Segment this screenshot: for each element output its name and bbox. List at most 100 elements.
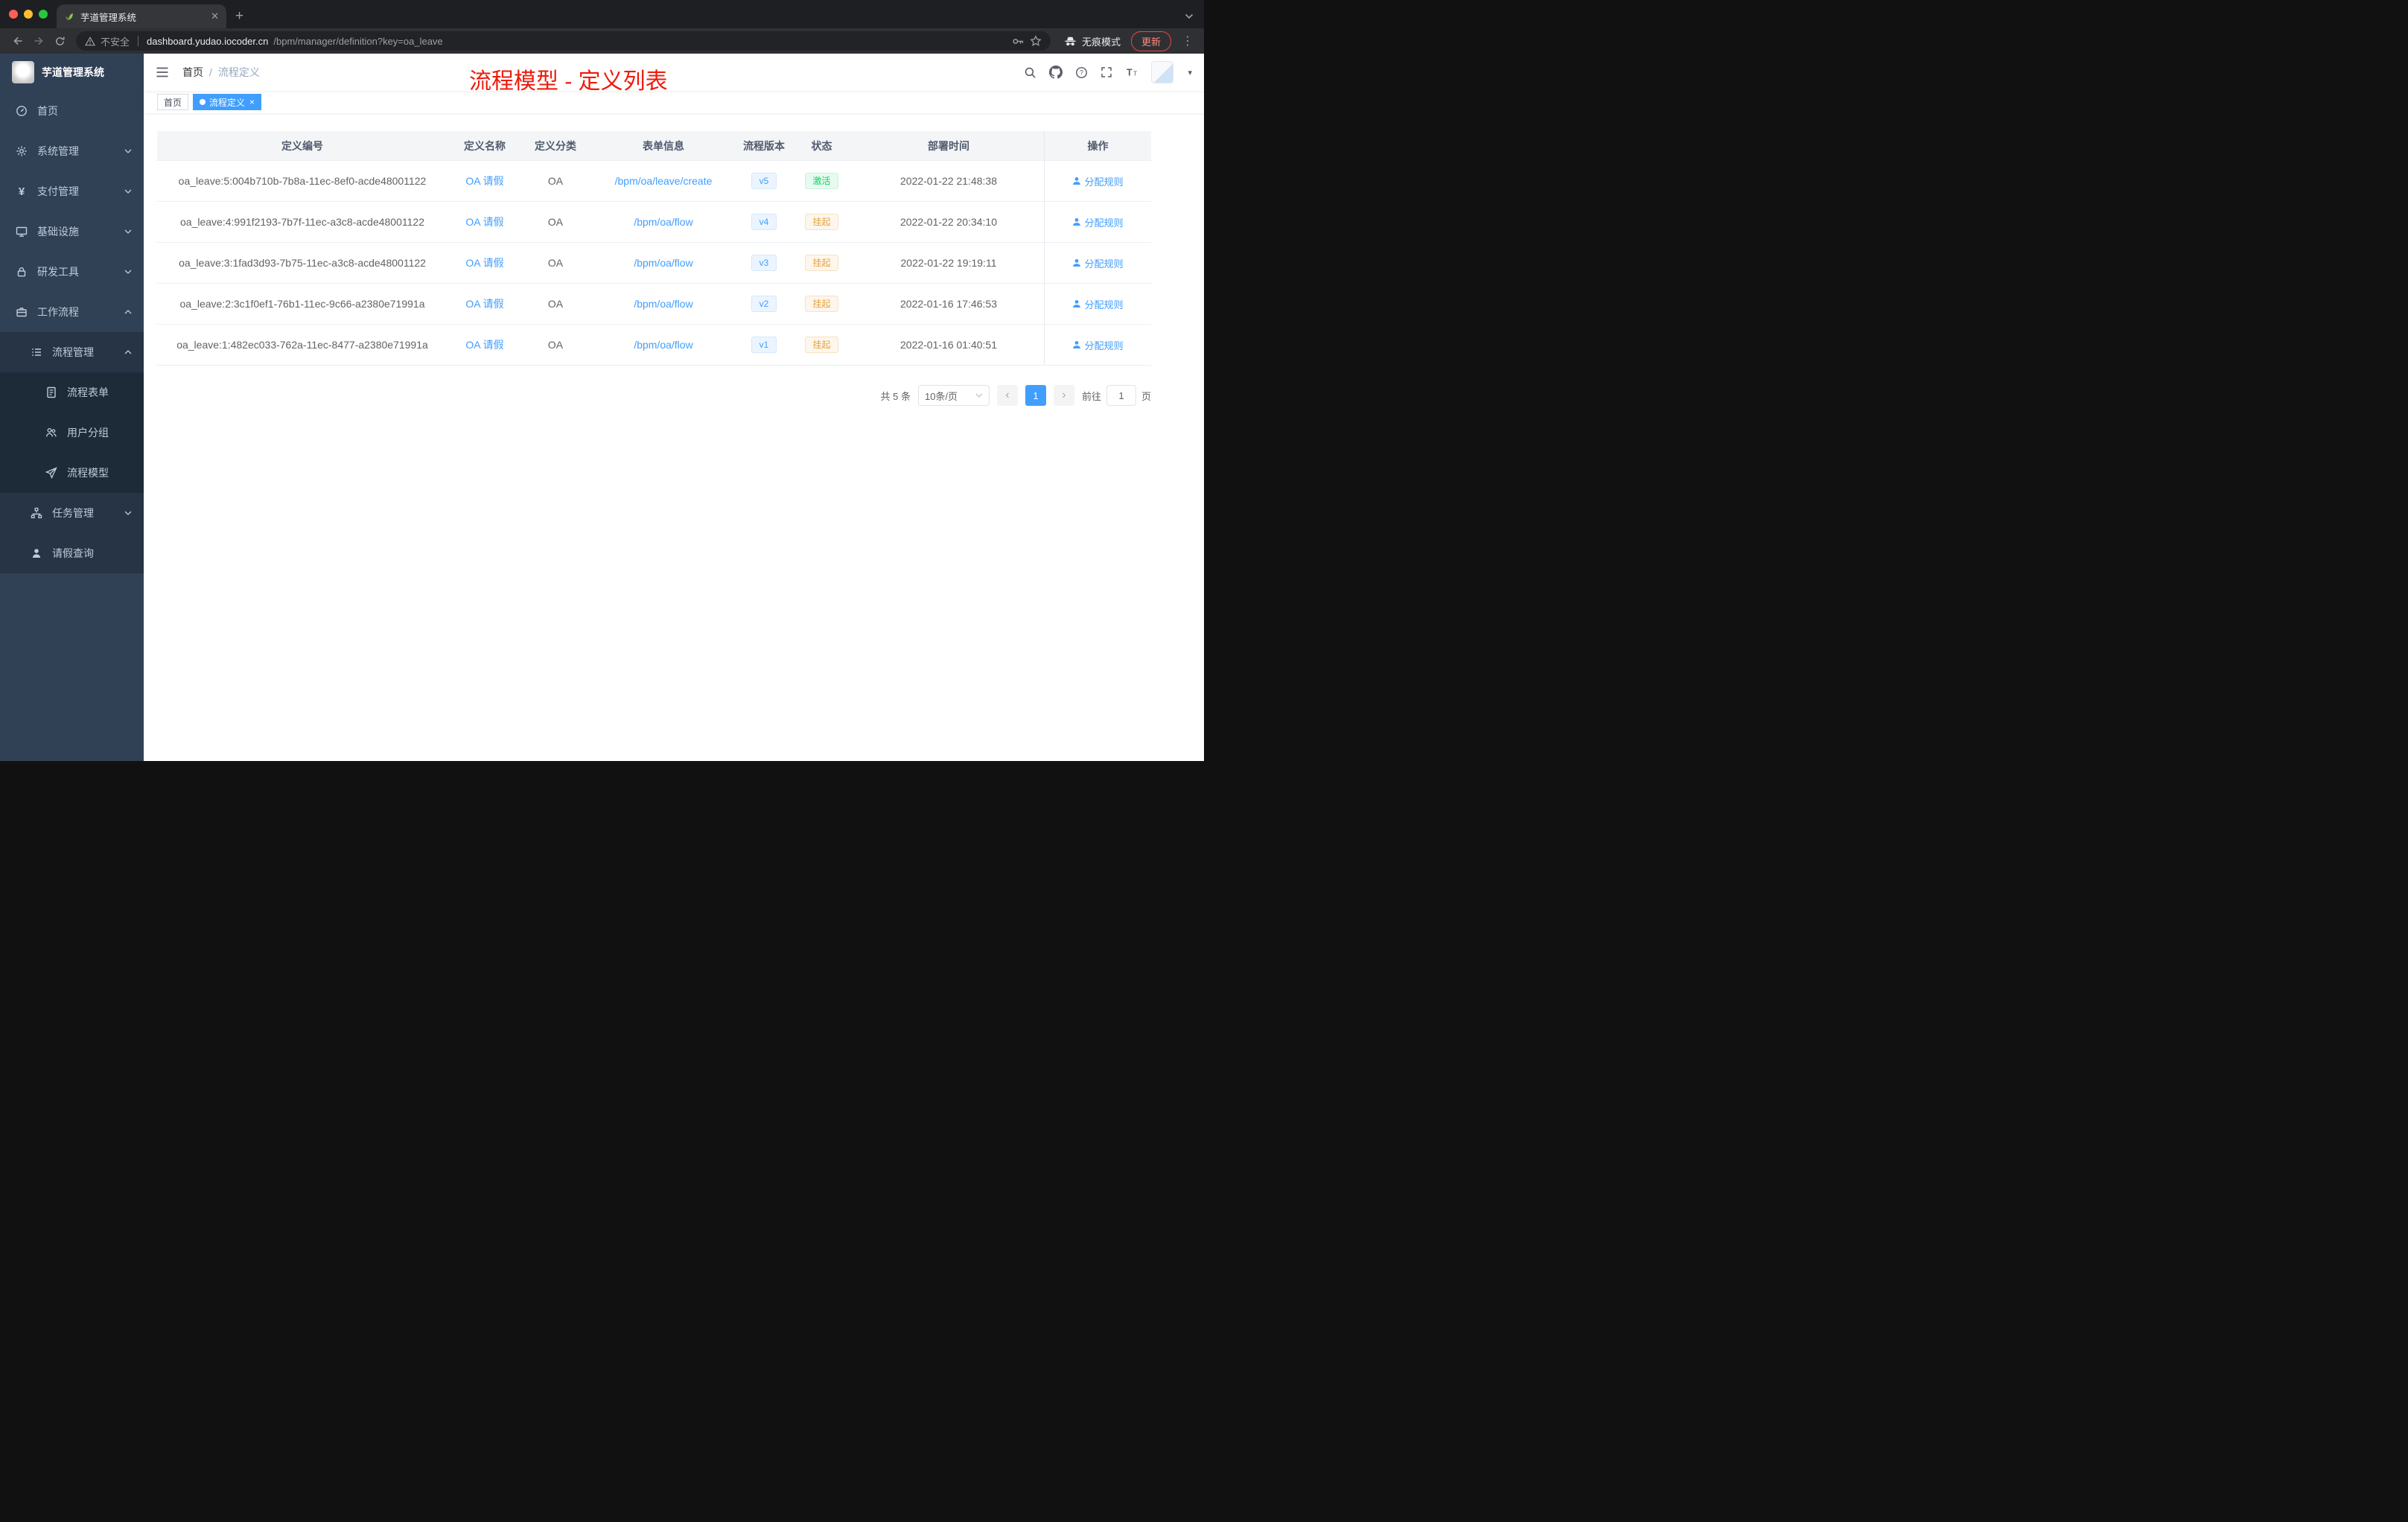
form-info-link[interactable]: /bpm/oa/flow	[634, 216, 692, 228]
user-icon	[1073, 259, 1081, 267]
sidebar-item-home[interactable]: 首页	[0, 91, 144, 131]
cell-category: OA	[547, 339, 564, 351]
definition-name-link[interactable]: OA 请假	[465, 255, 503, 270]
assign-rule-link[interactable]: 分配规则	[1072, 338, 1124, 352]
tag-label: 流程定义	[209, 97, 246, 108]
help-icon[interactable]: ?	[1075, 66, 1088, 79]
fullscreen-icon[interactable]	[1101, 66, 1112, 78]
browser-tab-strip: 芋道管理系统 ✕ +	[0, 0, 1204, 28]
definition-name-link[interactable]: OA 请假	[465, 173, 503, 188]
form-info-link[interactable]: /bpm/oa/flow	[634, 298, 692, 310]
back-icon[interactable]	[7, 31, 28, 51]
security-label[interactable]: 不安全	[101, 34, 130, 48]
prev-page-button[interactable]: ‹	[996, 385, 1018, 406]
tag-close-icon[interactable]: ×	[249, 97, 255, 107]
sidebar-item-leave-query[interactable]: 请假查询	[0, 533, 144, 573]
definition-name-link[interactable]: OA 请假	[465, 296, 503, 311]
window-zoom-button[interactable]	[39, 10, 48, 19]
sidebar-item-label: 支付管理	[37, 185, 79, 197]
font-size-icon[interactable]: TT	[1125, 66, 1138, 78]
avatar[interactable]	[1151, 61, 1174, 83]
assign-rule-link[interactable]: 分配规则	[1072, 256, 1124, 270]
chevron-up-icon	[124, 350, 132, 354]
sidebar-item-label: 任务管理	[52, 507, 94, 519]
window-minimize-button[interactable]	[24, 10, 33, 19]
sidebar-item-process-management[interactable]: 流程管理	[0, 332, 144, 372]
cell-category: OA	[547, 298, 564, 310]
hamburger-icon[interactable]	[156, 66, 169, 78]
security-warning-icon[interactable]	[85, 36, 95, 46]
chevron-down-icon	[124, 149, 132, 153]
forward-icon[interactable]	[28, 31, 49, 51]
app-root: 芋道管理系统 首页 系统管理 ¥ 支付管理 基础设施 研发工具 工作流程 流程管…	[0, 54, 1204, 761]
version-badge: v5	[751, 172, 777, 190]
column-header-deploy-time: 部署时间	[928, 139, 969, 152]
definition-name-link[interactable]: OA 请假	[465, 337, 503, 352]
sidebar-item-workflow[interactable]: 工作流程	[0, 292, 144, 332]
tag-process-definition[interactable]: 流程定义 ×	[193, 94, 262, 110]
sidebar: 芋道管理系统 首页 系统管理 ¥ 支付管理 基础设施 研发工具 工作流程 流程管…	[0, 54, 144, 761]
sidebar-item-label: 基础设施	[37, 226, 79, 238]
reload-icon[interactable]	[49, 31, 70, 51]
yen-icon: ¥	[18, 185, 25, 198]
form-info-link[interactable]: /bpm/oa/flow	[634, 257, 692, 269]
tag-label: 首页	[164, 97, 182, 108]
bookmark-star-icon[interactable]	[1030, 35, 1042, 47]
sidebar-item-infrastructure[interactable]: 基础设施	[0, 211, 144, 252]
search-icon[interactable]	[1024, 66, 1036, 79]
chevron-down-icon	[124, 229, 132, 234]
sidebar-item-payment[interactable]: ¥ 支付管理	[0, 171, 144, 211]
sidebar-item-label: 用户分组	[67, 427, 109, 439]
sidebar-logo[interactable]: 芋道管理系统	[0, 54, 144, 91]
sidebar-item-process-model[interactable]: 流程模型	[0, 453, 144, 493]
list-icon	[30, 346, 43, 358]
assign-rule-link[interactable]: 分配规则	[1072, 174, 1124, 188]
sidebar-item-label: 流程管理	[52, 346, 94, 358]
browser-toolbar: 不安全 dashboard.yudao.iocoder.cn/bpm/manag…	[0, 28, 1204, 54]
sidebar-item-task-management[interactable]: 任务管理	[0, 493, 144, 533]
update-button[interactable]: 更新	[1130, 31, 1171, 51]
browser-menu-icon[interactable]: ⋮	[1179, 34, 1197, 48]
breadcrumb-home[interactable]: 首页	[182, 65, 203, 80]
pagination-total: 共 5 条	[880, 390, 911, 402]
window-controls	[9, 10, 48, 19]
new-tab-button[interactable]: +	[235, 8, 243, 25]
next-page-button[interactable]: ›	[1053, 385, 1074, 406]
chevron-up-icon	[124, 310, 132, 314]
user-icon	[30, 547, 43, 559]
address-bar[interactable]: 不安全 dashboard.yudao.iocoder.cn/bpm/manag…	[76, 31, 1051, 51]
password-key-icon[interactable]	[1012, 35, 1025, 48]
assign-rule-link[interactable]: 分配规则	[1072, 215, 1124, 229]
tag-home[interactable]: 首页	[157, 94, 189, 110]
sidebar-item-process-form[interactable]: 流程表单	[0, 372, 144, 413]
sidebar-item-system[interactable]: 系统管理	[0, 131, 144, 171]
sidebar-item-user-group[interactable]: 用户分组	[0, 413, 144, 453]
window-close-button[interactable]	[9, 10, 18, 19]
main-area: 流程模型 - 定义列表 首页 / 流程定义 ? T T ▾ 首页 流程定义 × …	[144, 54, 1204, 761]
form-info-link[interactable]: /bpm/oa/flow	[634, 339, 692, 351]
table-row: oa_leave:5:004b710b-7b8a-11ec-8ef0-acde4…	[157, 161, 1151, 202]
tab-search-chevron-icon[interactable]	[1185, 13, 1194, 19]
sidebar-item-label: 工作流程	[37, 306, 79, 318]
page-content: 定义编号 定义名称 定义分类 表单信息 流程版本 状态 部署时间 操作 oa_l…	[144, 113, 1204, 761]
github-icon[interactable]	[1049, 66, 1063, 79]
current-page-button[interactable]: 1	[1025, 385, 1046, 406]
definition-name-link[interactable]: OA 请假	[465, 214, 503, 229]
form-info-link[interactable]: /bpm/oa/leave/create	[615, 175, 713, 187]
assign-rule-label: 分配规则	[1084, 258, 1124, 270]
sidebar-item-label: 研发工具	[37, 266, 79, 278]
sidebar-item-dev-tools[interactable]: 研发工具	[0, 252, 144, 292]
status-badge: 激活	[805, 172, 838, 190]
sidebar-item-label: 流程模型	[67, 467, 109, 479]
assign-rule-link[interactable]: 分配规则	[1072, 297, 1124, 311]
goto-page-input[interactable]	[1106, 385, 1136, 406]
incognito-icon	[1064, 35, 1077, 47]
paper-plane-icon	[45, 467, 58, 479]
tab-close-icon[interactable]: ✕	[211, 10, 219, 22]
chevron-down-icon	[124, 189, 132, 194]
browser-tab[interactable]: 芋道管理系统 ✕	[57, 4, 226, 28]
page-size-select[interactable]: 10条/页	[917, 385, 990, 406]
cell-deploy-time: 2022-01-16 17:46:53	[900, 298, 997, 310]
briefcase-icon	[15, 306, 28, 318]
avatar-caret-icon[interactable]: ▾	[1188, 68, 1192, 77]
